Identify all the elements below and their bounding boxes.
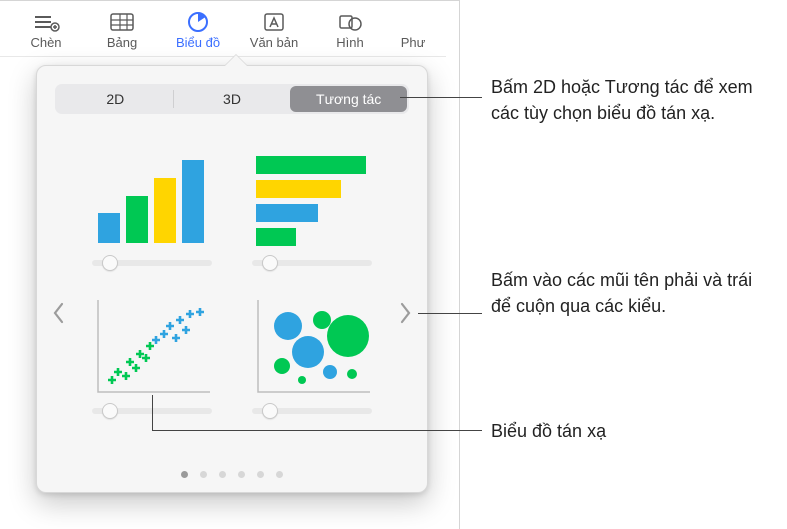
chart-slider[interactable]	[252, 408, 372, 414]
app-window: Chèn Bảng Biểu đồ Văn bản Hình	[0, 0, 460, 529]
chart-option-bubble[interactable]	[247, 286, 377, 414]
toolbar-table[interactable]: Bảng	[84, 5, 160, 56]
shape-icon	[333, 9, 367, 35]
page-dot[interactable]	[219, 471, 226, 478]
toolbar-label: Hình	[336, 35, 363, 50]
callout-line	[418, 313, 482, 314]
tab-interactive[interactable]: Tương tác	[290, 86, 407, 112]
toolbar-chart[interactable]: Biểu đồ	[160, 5, 236, 56]
callout-line	[152, 395, 153, 431]
callout-line	[400, 97, 482, 98]
tab-3d[interactable]: 3D	[174, 86, 291, 112]
callout-text: Bấm vào các mũi tên phải và trái để cuộn…	[491, 267, 771, 319]
toolbar: Chèn Bảng Biểu đồ Văn bản Hình	[0, 1, 446, 57]
tab-2d[interactable]: 2D	[57, 86, 174, 112]
media-icon	[396, 9, 430, 35]
chart-icon	[181, 9, 215, 35]
toolbar-label: Phư	[401, 35, 426, 50]
segmented-control: 2D 3D Tương tác	[55, 84, 409, 114]
page-dot[interactable]	[276, 471, 283, 478]
scatter-chart-icon	[87, 286, 217, 396]
chart-option-bar[interactable]	[247, 138, 377, 266]
callout-text: Bấm 2D hoặc Tương tác để xem các tùy chọ…	[491, 74, 771, 126]
table-icon	[105, 9, 139, 35]
column-chart-icon	[87, 138, 217, 248]
nav-arrow-left[interactable]	[47, 296, 69, 336]
toolbar-insert[interactable]: Chèn	[8, 5, 84, 56]
page-dots[interactable]	[37, 471, 427, 478]
chart-grid	[37, 114, 427, 414]
callout-line	[152, 430, 482, 431]
text-icon	[257, 9, 291, 35]
bubble-chart-icon	[247, 286, 377, 396]
page-dot[interactable]	[238, 471, 245, 478]
toolbar-label: Bảng	[107, 35, 137, 50]
toolbar-shape[interactable]: Hình	[312, 5, 388, 56]
toolbar-label: Văn bản	[250, 35, 298, 50]
callout-text: Biểu đồ tán xạ	[491, 418, 771, 444]
toolbar-text[interactable]: Văn bản	[236, 5, 312, 56]
page-dot[interactable]	[257, 471, 264, 478]
page-dot[interactable]	[200, 471, 207, 478]
toolbar-media[interactable]: Phư	[388, 5, 438, 56]
chart-slider[interactable]	[252, 260, 372, 266]
chart-slider[interactable]	[92, 260, 212, 266]
chevron-left-icon	[51, 301, 65, 332]
page-dot[interactable]	[181, 471, 188, 478]
toolbar-label: Chèn	[30, 35, 61, 50]
toolbar-label: Biểu đồ	[176, 35, 220, 50]
chevron-right-icon	[399, 301, 413, 332]
nav-arrow-right[interactable]	[395, 296, 417, 336]
bar-chart-icon	[247, 138, 377, 248]
chart-option-column[interactable]	[87, 138, 217, 266]
insert-icon	[29, 9, 63, 35]
chart-popover: 2D 3D Tương tác	[36, 65, 428, 493]
